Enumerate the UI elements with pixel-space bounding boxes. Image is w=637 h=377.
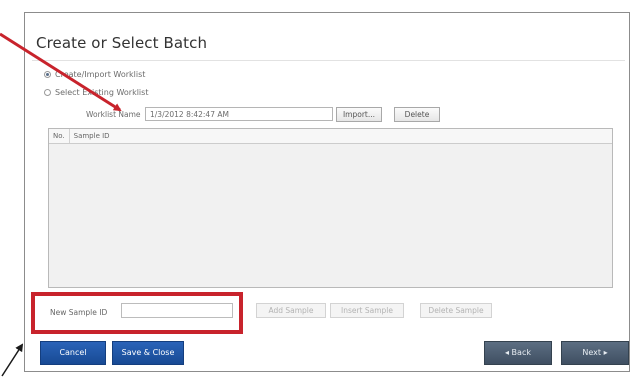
annotation-arrows <box>0 32 122 377</box>
annotation-arrow-cancel <box>1 343 24 377</box>
annotation-arrow-worklist <box>0 32 122 112</box>
